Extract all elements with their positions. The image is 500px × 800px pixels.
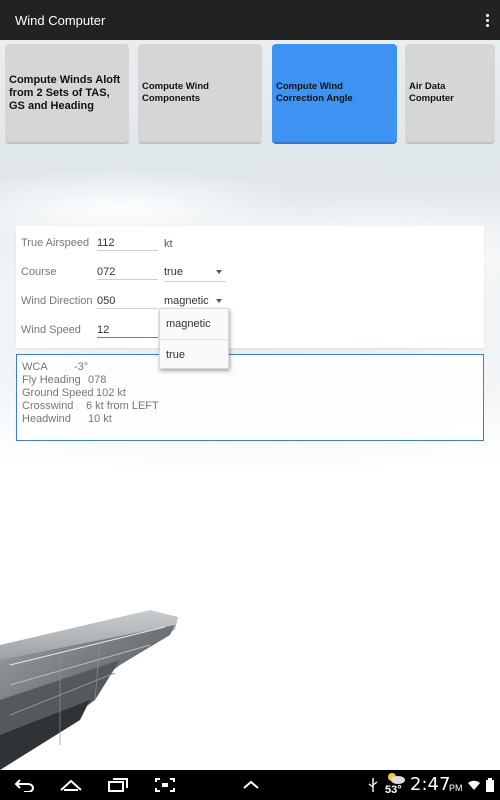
course-reference-select[interactable]: true <box>164 266 226 282</box>
app-title: Wind Computer <box>15 12 106 28</box>
dropdown-option-true[interactable]: true <box>160 339 228 369</box>
result-row-crosswind: Crosswind 6 kt from LEFT <box>22 400 478 413</box>
result-value: 10 kt <box>88 413 112 425</box>
chevron-down-icon <box>216 270 222 274</box>
back-icon[interactable] <box>10 770 40 800</box>
result-value: -3° <box>74 361 89 373</box>
wind-direction-reference-value: magnetic <box>164 295 209 307</box>
dropdown-option-magnetic[interactable]: magnetic <box>160 309 228 339</box>
result-label: Headwind <box>22 413 71 425</box>
course-reference-value: true <box>164 266 183 278</box>
wind-speed-label: Wind Speed <box>21 324 81 336</box>
course-label: Course <box>21 266 57 278</box>
wind-speed-field[interactable]: 12 <box>97 324 158 338</box>
chevron-up-icon[interactable] <box>238 770 264 800</box>
wind-direction-reference-select[interactable]: magnetic <box>164 295 226 309</box>
course-field[interactable]: 072 <box>97 266 158 280</box>
true-airspeed-field[interactable]: 112 <box>97 237 158 251</box>
result-value: 078 <box>88 374 107 386</box>
true-airspeed-unit: kt <box>164 238 173 250</box>
clock-ampm: PM <box>449 783 463 793</box>
result-row-wca: WCA -3° <box>22 361 478 374</box>
overflow-menu-icon[interactable] <box>474 0 500 40</box>
recent-apps-icon[interactable] <box>103 770 133 800</box>
battery-icon <box>484 770 496 800</box>
wifi-icon <box>466 770 482 800</box>
action-bar: Wind Computer <box>0 0 500 40</box>
system-navigation-bar: 53° 2:47 PM <box>0 770 500 800</box>
result-label: Crosswind <box>22 400 74 412</box>
result-value: 102 kt <box>96 387 126 399</box>
result-label: WCA <box>22 361 48 373</box>
chevron-down-icon <box>216 299 222 303</box>
temperature-text: 53° <box>385 784 402 796</box>
result-label: Fly Heading <box>22 374 81 386</box>
result-row-fly-heading: Fly Heading 078 <box>22 374 478 387</box>
home-icon[interactable] <box>56 770 86 800</box>
reference-dropdown: magnetic true <box>159 308 229 369</box>
result-value: 6 kt from LEFT <box>86 400 159 412</box>
mode-button-air-data-computer[interactable]: Air Data Computer <box>405 44 495 144</box>
wind-direction-label: Wind Direction <box>21 295 93 307</box>
input-panel: True Airspeed 112 kt Course 072 true Win… <box>16 226 484 348</box>
true-airspeed-label: True Airspeed <box>21 237 90 249</box>
mode-button-wind-components[interactable]: Compute Wind Components <box>138 44 262 144</box>
result-label: Ground Speed <box>22 387 94 399</box>
mode-button-winds-aloft[interactable]: Compute Winds Aloft from 2 Sets of TAS, … <box>5 44 129 144</box>
results-box: WCA -3° Fly Heading 078 Ground Speed 102 kt… <box>16 354 484 441</box>
result-row-headwind: Headwind 10 kt <box>22 413 478 426</box>
mode-button-wind-correction-angle[interactable]: Compute Wind Correction Angle <box>272 44 397 144</box>
clock-text: 2:47 <box>410 774 451 795</box>
result-row-ground-speed: Ground Speed 102 kt <box>22 387 478 400</box>
airplane-wing-image <box>0 610 178 770</box>
wind-direction-field[interactable]: 050 <box>97 295 158 309</box>
usb-icon <box>366 770 380 800</box>
screenshot-icon[interactable] <box>150 770 180 800</box>
